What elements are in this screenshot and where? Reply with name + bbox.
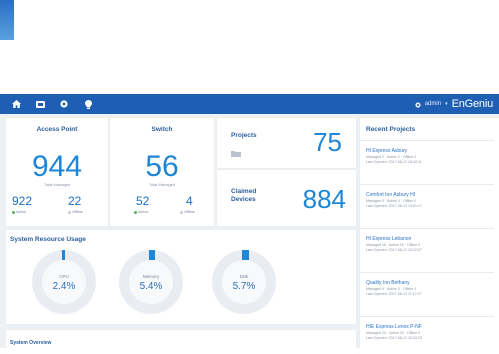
recent-project-name[interactable]: Quality Inn Bethany bbox=[366, 280, 486, 286]
divider bbox=[360, 228, 494, 229]
access-point-active-label: Active bbox=[16, 210, 27, 214]
offline-dot-icon bbox=[180, 210, 183, 214]
system-overview-title: System Overview bbox=[10, 340, 52, 346]
claimed-devices-count: 884 bbox=[302, 184, 346, 214]
recent-project-name[interactable]: Comfort Inn Asbury HI bbox=[366, 192, 486, 198]
recent-project-last-opened: Last Opened: 2017-08-13 10:33:23 bbox=[366, 336, 422, 340]
active-dot-icon bbox=[12, 210, 15, 214]
recent-project-last-opened: Last Opened: 2017-08-13 12:22:07 bbox=[366, 248, 422, 252]
recent-project-last-opened: Last Opened: 2017-08-13 11:17:07 bbox=[366, 292, 422, 296]
recent-project-last-opened: Last Opened: 2017-08-13 13:51:17 bbox=[366, 204, 422, 208]
recent-project-name[interactable]: HIE Express Lenox P-NF bbox=[366, 324, 486, 330]
memory-value: 5.4% bbox=[139, 281, 163, 292]
chevron-down-icon[interactable]: ▾ bbox=[445, 101, 448, 107]
access-point-active-status: Active bbox=[12, 210, 26, 214]
recent-project-last-opened: Last Opened: 2017-08-13 15:42:11 bbox=[366, 160, 422, 164]
recent-project-counts: Managed 5 · Active 5 · Offline 0 bbox=[366, 287, 417, 291]
cpu-label: CPU bbox=[59, 274, 69, 279]
divider bbox=[360, 140, 494, 141]
folder-icon bbox=[231, 144, 241, 162]
user-gear-icon[interactable] bbox=[415, 95, 421, 113]
system-resource-card: System Resource Usage CPU 2.4% Memory 5.… bbox=[6, 230, 356, 324]
recent-project-item[interactable]: Quality Inn Bethany Managed 5 · Active 5… bbox=[366, 280, 486, 296]
recent-project-counts: Managed 2 · Active 2 · Offline 0 bbox=[366, 155, 417, 159]
dashboard: admin ▾ EnGeniu Access Point 944 Total M… bbox=[0, 94, 499, 354]
window-accent-strip bbox=[0, 0, 14, 40]
brand-logo: EnGeniu bbox=[451, 98, 494, 110]
access-point-card[interactable]: Access Point 944 Total Managed 922 22 Ac… bbox=[6, 118, 108, 226]
offline-dot-icon bbox=[68, 210, 71, 214]
claimed-devices-title-2: Devices bbox=[231, 196, 256, 203]
recent-project-counts: Managed 4 · Active 4 · Offline 0 bbox=[366, 199, 417, 203]
user-name[interactable]: admin bbox=[425, 101, 441, 107]
top-navbar: admin ▾ EnGeniu bbox=[0, 94, 499, 114]
recent-projects-title: Recent Projects bbox=[366, 126, 416, 133]
switch-offline-label: Offline bbox=[184, 210, 195, 214]
system-overview-card: System Overview bbox=[6, 330, 356, 354]
settings-icon[interactable] bbox=[56, 96, 72, 112]
switch-active-status: Active bbox=[134, 210, 148, 214]
projects-count: 75 bbox=[313, 127, 342, 157]
user-area: admin ▾ EnGeniu bbox=[415, 94, 493, 114]
disk-value: 5.7% bbox=[232, 281, 256, 292]
access-point-offline-label: Offline bbox=[72, 210, 83, 214]
disk-label: Disk bbox=[239, 274, 249, 279]
recent-project-name[interactable]: HI Express Lebanon bbox=[366, 236, 486, 242]
recent-project-counts: Managed 20 · Active 20 · Offline 0 bbox=[366, 331, 421, 335]
access-point-title: Access Point bbox=[36, 126, 78, 133]
claimed-devices-title-1: Claimed bbox=[231, 188, 257, 195]
divider bbox=[360, 316, 494, 317]
recent-project-counts: Managed 16 · Active 16 · Offline 0 bbox=[366, 243, 421, 247]
recent-project-item[interactable]: Comfort Inn Asbury HI Managed 4 · Active… bbox=[366, 192, 486, 208]
access-point-total: 944 bbox=[31, 150, 83, 183]
switch-title: Switch bbox=[151, 126, 173, 133]
switch-offline-status: Offline bbox=[180, 210, 195, 214]
access-point-offline-status: Offline bbox=[68, 210, 83, 214]
memory-gauge-fill bbox=[149, 250, 155, 260]
switch-card[interactable]: Switch 56 Total Managed 52 4 Active Offl… bbox=[110, 118, 214, 226]
switch-active-count: 52 bbox=[136, 194, 150, 208]
divider bbox=[360, 184, 494, 185]
memory-label: Memory bbox=[142, 274, 160, 279]
access-point-active-count: 922 bbox=[12, 194, 33, 208]
cpu-value: 2.4% bbox=[52, 281, 76, 292]
switch-total: 56 bbox=[145, 150, 179, 183]
cpu-gauge: CPU 2.4% bbox=[32, 250, 96, 314]
bulb-icon[interactable] bbox=[80, 96, 96, 112]
recent-project-item[interactable]: HI Express Lebanon Managed 16 · Active 1… bbox=[366, 236, 486, 252]
recent-project-name[interactable]: HI Express Asbury bbox=[366, 148, 486, 154]
divider bbox=[360, 272, 494, 273]
recent-projects-card: Recent Projects HI Express Asbury Manage… bbox=[360, 118, 499, 354]
home-icon[interactable] bbox=[8, 96, 24, 112]
projects-title: Projects bbox=[231, 132, 257, 139]
access-point-offline-count: 22 bbox=[68, 194, 82, 208]
switch-active-label: Active bbox=[138, 210, 149, 214]
dashboard-icon[interactable] bbox=[32, 96, 48, 112]
memory-gauge: Memory 5.4% bbox=[119, 250, 183, 314]
switch-total-label: Total Managed bbox=[148, 182, 176, 187]
recent-project-item[interactable]: HIE Express Lenox P-NF Managed 20 · Acti… bbox=[366, 324, 486, 340]
switch-offline-count: 4 bbox=[186, 194, 193, 208]
disk-gauge: Disk 5.7% bbox=[212, 250, 276, 314]
system-resource-title: System Resource Usage bbox=[10, 236, 86, 243]
recent-project-item[interactable]: HI Express Asbury Managed 2 · Active 2 ·… bbox=[366, 148, 486, 164]
access-point-total-label: Total Managed bbox=[43, 182, 71, 187]
claimed-devices-card[interactable]: Claimed Devices 884 bbox=[217, 170, 356, 226]
active-dot-icon bbox=[134, 210, 137, 214]
cpu-gauge-fill bbox=[62, 250, 65, 260]
projects-card[interactable]: Projects 75 bbox=[217, 118, 356, 168]
disk-gauge-fill bbox=[242, 250, 249, 260]
